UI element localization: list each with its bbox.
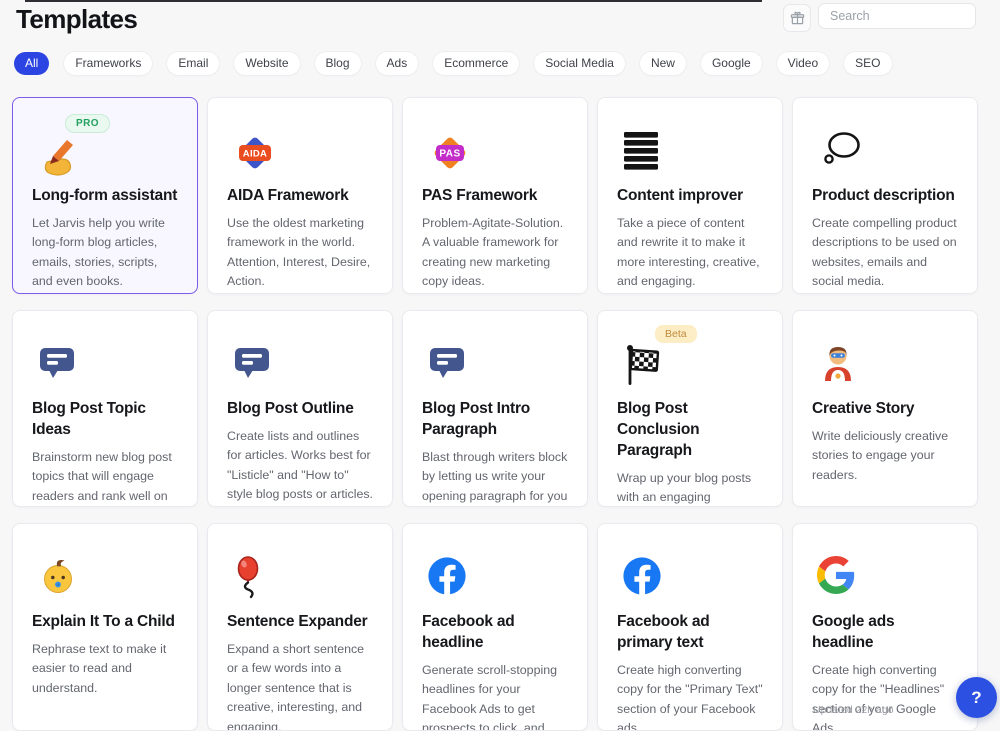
- filter-pill-ecommerce[interactable]: Ecommerce: [433, 52, 519, 75]
- facebook-icon: [427, 556, 467, 596]
- card-description: Use the oldest marketing framework in th…: [227, 214, 373, 292]
- card-description: Create compelling product descriptions t…: [812, 214, 958, 292]
- template-card-aida-framework[interactable]: AIDA AIDA Framework Use the oldest marke…: [207, 97, 393, 294]
- card-title: Content improver: [617, 186, 763, 207]
- filter-pill-ads[interactable]: Ads: [376, 52, 419, 75]
- template-card-explain-it-to-a-child[interactable]: Explain It To a Child Rephrase text to m…: [12, 523, 198, 731]
- card-title: Blog Post Intro Paragraph: [422, 399, 568, 441]
- card-title: Facebook ad primary text: [617, 612, 763, 654]
- card-description: Write deliciously creative stories to en…: [812, 427, 958, 485]
- template-card-blog-post-conclusion-paragraph[interactable]: Beta: [597, 310, 783, 507]
- pro-badge: PRO: [65, 114, 110, 133]
- template-card-blog-post-intro-paragraph[interactable]: Blog Post Intro Paragraph Blast through …: [402, 310, 588, 507]
- card-title: Blog Post Conclusion Paragraph: [617, 399, 763, 462]
- filter-pill-google[interactable]: Google: [701, 52, 762, 75]
- card-title: Sentence Expander: [227, 612, 373, 633]
- svg-text:PAS: PAS: [439, 149, 460, 160]
- filter-pill-seo[interactable]: SEO: [844, 52, 891, 75]
- updated-timestamp: Updated 22h ago: [813, 704, 894, 716]
- card-title: Facebook ad headline: [422, 612, 568, 654]
- card-description: Take a piece of content and rewrite it t…: [617, 214, 763, 292]
- pas-icon: PAS: [427, 130, 473, 176]
- filter-pill-video[interactable]: Video: [777, 52, 829, 75]
- card-description: Expand a short sentence or a few words i…: [227, 640, 373, 731]
- question-mark-icon: ?: [971, 688, 981, 708]
- card-title: Product description: [812, 186, 958, 207]
- filter-pill-blog[interactable]: Blog: [315, 52, 361, 75]
- card-description: Blast through writers block by letting u…: [422, 448, 568, 506]
- help-button[interactable]: ?: [956, 677, 997, 718]
- card-title: PAS Framework: [422, 186, 568, 207]
- card-title: Explain It To a Child: [32, 612, 178, 633]
- card-title: Creative Story: [812, 399, 958, 420]
- search-input[interactable]: [818, 3, 976, 29]
- template-card-facebook-ad-headline[interactable]: Facebook ad headline Generate scroll-sto…: [402, 523, 588, 731]
- card-description: Wrap up your blog posts with an engaging…: [617, 469, 763, 507]
- card-description: Problem-Agitate-Solution. A valuable fra…: [422, 214, 568, 292]
- filter-pill-social-media[interactable]: Social Media: [534, 52, 625, 75]
- template-card-long-form-assistant[interactable]: PRO Long-form assistant Let Jarvis help …: [12, 97, 198, 294]
- card-description: Rephrase text to make it easier to read …: [32, 640, 178, 698]
- template-card-pas-framework[interactable]: PAS PAS Framework Problem-Agitate-Soluti…: [402, 97, 588, 294]
- speech-bubble-icon: [232, 343, 272, 381]
- gift-button[interactable]: [783, 4, 811, 32]
- beta-badge: Beta: [655, 325, 697, 343]
- template-card-facebook-ad-primary-text[interactable]: Facebook ad primary text Create high con…: [597, 523, 783, 731]
- chequered-flag-icon: [622, 343, 664, 387]
- superhero-icon: [817, 343, 859, 383]
- card-title: Blog Post Topic Ideas: [32, 399, 178, 441]
- writing-hand-icon: [37, 138, 81, 176]
- filter-pill-website[interactable]: Website: [234, 52, 299, 75]
- filter-pill-email[interactable]: Email: [167, 52, 219, 75]
- card-description: Create lists and outlines for articles. …: [227, 427, 373, 505]
- balloon-icon: [232, 556, 268, 600]
- template-card-google-ads-headline[interactable]: Google ads headline Create high converti…: [792, 523, 978, 731]
- template-card-creative-story[interactable]: Creative Story Write deliciously creativ…: [792, 310, 978, 507]
- card-description: Create high converting copy for the "Pri…: [617, 661, 763, 731]
- template-card-sentence-expander[interactable]: Sentence Expander Expand a short sentenc…: [207, 523, 393, 731]
- template-card-blog-post-outline[interactable]: Blog Post Outline Create lists and outli…: [207, 310, 393, 507]
- card-description: Let Jarvis help you write long-form blog…: [32, 214, 178, 292]
- speech-bubble-icon: [37, 343, 77, 381]
- template-card-product-description[interactable]: Product description Create compelling pr…: [792, 97, 978, 294]
- content-bars-icon: [622, 130, 660, 172]
- google-icon: [817, 556, 855, 594]
- card-title: AIDA Framework: [227, 186, 373, 207]
- baby-icon: [37, 556, 79, 598]
- facebook-icon: [622, 556, 662, 596]
- template-card-content-improver[interactable]: Content improver Take a piece of content…: [597, 97, 783, 294]
- svg-text:AIDA: AIDA: [243, 149, 267, 160]
- card-description: Generate scroll-stopping headlines for y…: [422, 661, 568, 731]
- thought-balloon-icon: [817, 130, 863, 170]
- card-title: Long-form assistant: [32, 186, 178, 207]
- template-grid: PRO Long-form assistant Let Jarvis help …: [12, 97, 978, 731]
- card-description: Create high converting copy for the "Hea…: [812, 661, 958, 731]
- filter-bar: All Frameworks Email Website Blog Ads Ec…: [14, 52, 984, 75]
- filter-pill-frameworks[interactable]: Frameworks: [64, 52, 152, 75]
- filter-pill-new[interactable]: New: [640, 52, 686, 75]
- gift-icon: [790, 11, 805, 26]
- filter-pill-all[interactable]: All: [14, 52, 49, 75]
- card-title: Blog Post Outline: [227, 399, 373, 420]
- card-title: Google ads headline: [812, 612, 958, 654]
- page-header: Templates: [0, 0, 1000, 40]
- template-card-blog-post-topic-ideas[interactable]: Blog Post Topic Ideas Brainstorm new blo…: [12, 310, 198, 507]
- card-description: Brainstorm new blog post topics that wil…: [32, 448, 178, 507]
- speech-bubble-icon: [427, 343, 467, 381]
- aida-icon: AIDA: [232, 130, 278, 176]
